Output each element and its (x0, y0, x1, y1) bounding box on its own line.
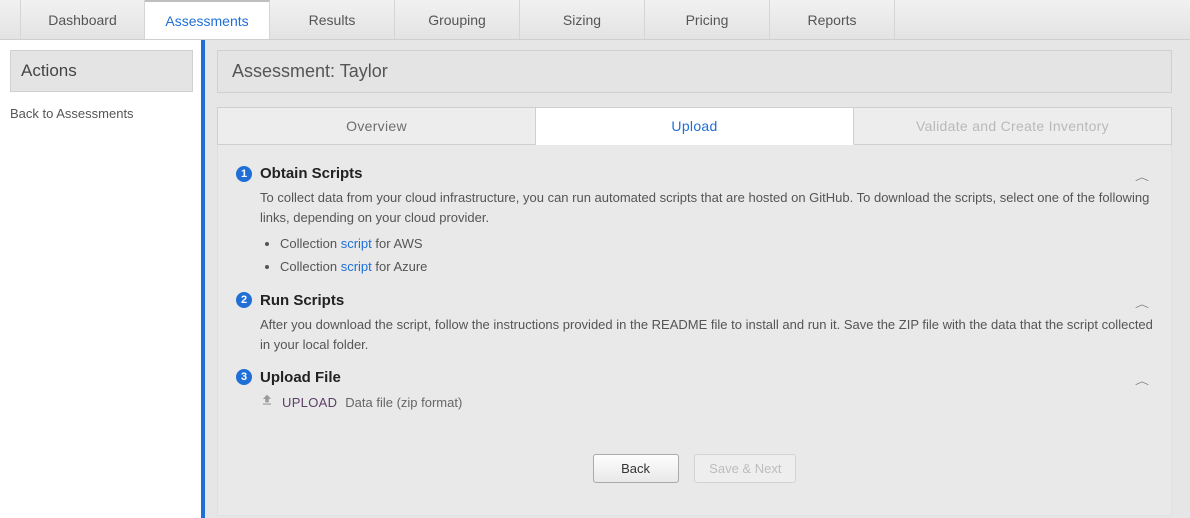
nav-tab-assessments[interactable]: Assessments (145, 0, 270, 39)
upload-content: 1 Obtain Scripts ︿ To collect data from … (217, 145, 1172, 516)
step-number-icon: 3 (236, 369, 252, 385)
nav-tab-pricing[interactable]: Pricing (645, 0, 770, 39)
sidebar: Actions Back to Assessments (0, 40, 205, 518)
chevron-up-icon[interactable]: ︿ (1135, 374, 1149, 388)
step-upload-file: 3 Upload File ︿ UPLOAD Data file (zip fo… (236, 369, 1153, 414)
subtabs: Overview Upload Validate and Create Inve… (217, 107, 1172, 145)
sidebar-header: Actions (10, 50, 193, 92)
nav-tab-dashboard[interactable]: Dashboard (20, 0, 145, 39)
step2-description: After you download the script, follow th… (260, 315, 1153, 355)
nav-tab-grouping[interactable]: Grouping (395, 0, 520, 39)
subtab-overview[interactable]: Overview (217, 107, 536, 145)
step-title: Obtain Scripts (260, 165, 363, 182)
nav-tab-sizing[interactable]: Sizing (520, 0, 645, 39)
step-number-icon: 1 (236, 166, 252, 182)
back-to-assessments-link[interactable]: Back to Assessments (10, 106, 191, 121)
footer-buttons: Back Save & Next (236, 454, 1153, 483)
main-panel: Assessment: Taylor Overview Upload Valid… (205, 40, 1190, 518)
upload-icon (260, 392, 274, 414)
upload-button[interactable]: UPLOAD (282, 393, 337, 413)
page-title: Assessment: Taylor (217, 50, 1172, 93)
azure-script-link[interactable]: script (341, 259, 372, 274)
subtab-upload[interactable]: Upload (536, 107, 854, 145)
save-next-button: Save & Next (694, 454, 796, 483)
step-obtain-scripts: 1 Obtain Scripts ︿ To collect data from … (236, 165, 1153, 278)
nav-tab-reports[interactable]: Reports (770, 0, 895, 39)
back-button[interactable]: Back (593, 454, 679, 483)
subtab-validate: Validate and Create Inventory (854, 107, 1172, 145)
li-text: for Azure (372, 259, 428, 274)
upload-hint: Data file (zip format) (345, 393, 462, 413)
li-text: for AWS (372, 236, 423, 251)
chevron-up-icon[interactable]: ︿ (1135, 297, 1149, 311)
li-text: Collection (280, 259, 341, 274)
step-title: Upload File (260, 369, 341, 386)
step1-description: To collect data from your cloud infrastr… (260, 188, 1153, 228)
li-text: Collection (280, 236, 341, 251)
top-nav: Dashboard Assessments Results Grouping S… (0, 0, 1190, 40)
nav-tab-results[interactable]: Results (270, 0, 395, 39)
step-number-icon: 2 (236, 292, 252, 308)
list-item: Collection script for AWS (280, 234, 1153, 254)
step-title: Run Scripts (260, 292, 344, 309)
step-run-scripts: 2 Run Scripts ︿ After you download the s… (236, 292, 1153, 355)
list-item: Collection script for Azure (280, 257, 1153, 277)
aws-script-link[interactable]: script (341, 236, 372, 251)
chevron-up-icon[interactable]: ︿ (1135, 170, 1149, 184)
